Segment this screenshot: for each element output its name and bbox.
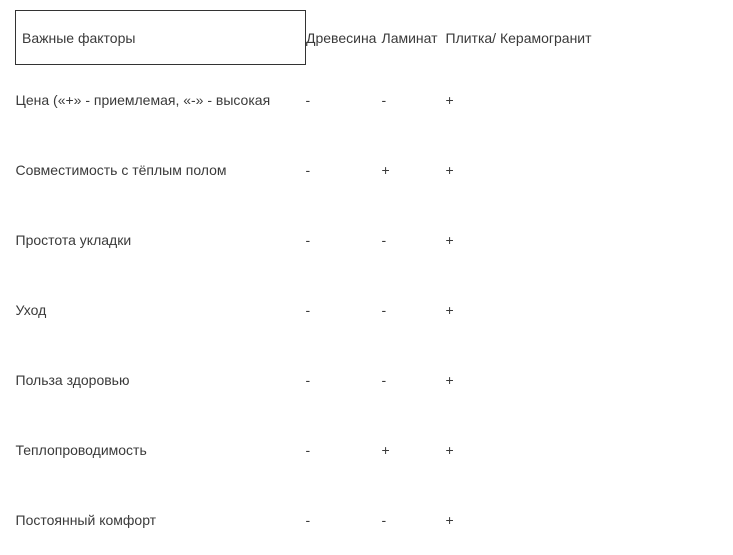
table-row: Польза здоровью - - + (16, 345, 719, 415)
factor-cell: Постоянный комфорт (16, 485, 306, 555)
tile-cell: + (446, 275, 719, 345)
table-row: Уход - - + (16, 275, 719, 345)
laminate-cell: - (382, 485, 446, 555)
laminate-cell: - (382, 65, 446, 135)
tile-cell: + (446, 345, 719, 415)
comparison-table: Важные факторы Древесина Ламинат Плитка/… (15, 10, 718, 555)
factor-cell: Совместимость с тёплым полом (16, 135, 306, 205)
table-row: Цена («+» - приемлемая, «-» - высокая - … (16, 65, 719, 135)
tile-cell: + (446, 485, 719, 555)
header-factors: Важные факторы (16, 11, 306, 65)
header-tile: Плитка/ Керамогранит (446, 11, 719, 65)
table-row: Совместимость с тёплым полом - + + (16, 135, 719, 205)
factor-cell: Польза здоровью (16, 345, 306, 415)
wood-cell: - (306, 345, 382, 415)
wood-cell: - (306, 65, 382, 135)
factor-cell: Теплопроводимость (16, 415, 306, 485)
tile-cell: + (446, 65, 719, 135)
laminate-cell: + (382, 415, 446, 485)
table-row: Теплопроводимость - + + (16, 415, 719, 485)
wood-cell: - (306, 205, 382, 275)
tile-cell: + (446, 415, 719, 485)
factor-cell: Уход (16, 275, 306, 345)
laminate-cell: - (382, 345, 446, 415)
table-row: Простота укладки - - + (16, 205, 719, 275)
wood-cell: - (306, 415, 382, 485)
wood-cell: - (306, 485, 382, 555)
header-wood: Древесина (306, 11, 382, 65)
laminate-cell: - (382, 205, 446, 275)
table-row: Постоянный комфорт - - + (16, 485, 719, 555)
tile-cell: + (446, 135, 719, 205)
wood-cell: - (306, 135, 382, 205)
header-laminate: Ламинат (382, 11, 446, 65)
laminate-cell: - (382, 275, 446, 345)
tile-cell: + (446, 205, 719, 275)
wood-cell: - (306, 275, 382, 345)
factor-cell: Цена («+» - приемлемая, «-» - высокая (16, 65, 306, 135)
factor-cell: Простота укладки (16, 205, 306, 275)
laminate-cell: + (382, 135, 446, 205)
header-row: Важные факторы Древесина Ламинат Плитка/… (16, 11, 719, 65)
